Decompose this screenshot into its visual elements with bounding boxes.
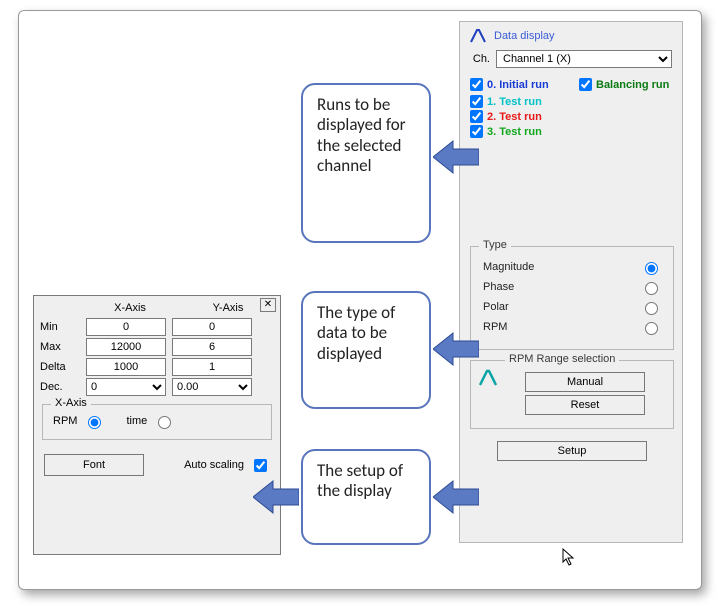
- xaxis-radio[interactable]: [88, 416, 101, 429]
- channel-select[interactable]: Channel 1 (X): [496, 50, 672, 68]
- run-label: 3. Test run: [487, 126, 542, 138]
- run-test-1[interactable]: 1. Test run: [470, 95, 674, 108]
- dec-y-select[interactable]: 0.00: [172, 378, 252, 396]
- type-label: Polar: [483, 301, 509, 313]
- type-legend: Type: [479, 239, 511, 251]
- max-row: Max: [40, 338, 274, 356]
- run-label: 0. Initial run: [487, 79, 549, 91]
- arrow-left-icon: [433, 137, 479, 177]
- xaxis-mode-group: X-Axis RPM time: [42, 404, 272, 440]
- xaxis-radio[interactable]: [158, 416, 171, 429]
- cursor-icon: [562, 548, 576, 569]
- callout-runs: Runs to be displayed for the selected ch…: [301, 83, 431, 243]
- manual-button[interactable]: Manual: [525, 372, 645, 392]
- type-radio[interactable]: [645, 262, 658, 275]
- run-label: Balancing run: [596, 79, 669, 91]
- xaxis-rpm-option[interactable]: RPM: [53, 413, 104, 429]
- type-radio[interactable]: [645, 302, 658, 315]
- delta-label: Delta: [40, 361, 80, 373]
- channel-row: Ch. Channel 1 (X): [470, 50, 674, 68]
- reset-button[interactable]: Reset: [525, 395, 645, 415]
- run-checkbox[interactable]: [470, 95, 483, 108]
- axis-headers: X-Axis Y-Axis: [90, 302, 280, 314]
- run-checkbox[interactable]: [470, 78, 483, 91]
- run-test-2[interactable]: 2. Test run: [470, 110, 674, 123]
- type-label: Phase: [483, 281, 514, 293]
- arrow-left-icon: [433, 477, 479, 517]
- autoscale-label: Auto scaling: [184, 459, 244, 471]
- type-rpm-row[interactable]: RPM: [483, 319, 661, 335]
- type-label: RPM: [483, 321, 507, 333]
- close-button[interactable]: ✕: [260, 298, 276, 312]
- type-radio[interactable]: [645, 282, 658, 295]
- dec-x-select[interactable]: 0: [86, 378, 166, 396]
- runs-list: 0. Initial run Balancing run 1. Test run…: [470, 76, 674, 138]
- run-checkbox[interactable]: [579, 78, 592, 91]
- xaxis-time-label: time: [126, 415, 147, 427]
- panel-header: Data display: [470, 28, 674, 44]
- close-icon: ✕: [264, 299, 272, 310]
- xaxis-rpm-label: RPM: [53, 415, 77, 427]
- rpm-range-group: RPM Range selection Manual Reset: [470, 360, 674, 429]
- autoscale-checkbox[interactable]: [254, 459, 267, 472]
- font-button[interactable]: Font: [44, 454, 144, 476]
- min-row: Min: [40, 318, 274, 336]
- dec-label: Dec.: [40, 381, 80, 393]
- delta-y-input[interactable]: [172, 358, 252, 376]
- run-test-3[interactable]: 3. Test run: [470, 125, 674, 138]
- setup-button[interactable]: Setup: [497, 441, 647, 461]
- xaxis-legend: X-Axis: [51, 397, 91, 409]
- delta-x-input[interactable]: [86, 358, 166, 376]
- axis-bottom-row: Font Auto scaling: [34, 440, 280, 476]
- type-label: Magnitude: [483, 261, 534, 273]
- min-y-input[interactable]: [172, 318, 252, 336]
- min-label: Min: [40, 321, 80, 333]
- run-label: 2. Test run: [487, 111, 542, 123]
- type-polar-row[interactable]: Polar: [483, 299, 661, 315]
- autoscale-row[interactable]: Auto scaling: [184, 456, 270, 475]
- type-phase-row[interactable]: Phase: [483, 279, 661, 295]
- max-x-input[interactable]: [86, 338, 166, 356]
- rpm-legend: RPM Range selection: [505, 353, 619, 365]
- arrow-left-icon: [433, 329, 479, 369]
- max-y-input[interactable]: [172, 338, 252, 356]
- run-checkbox[interactable]: [470, 110, 483, 123]
- peak-icon: [470, 28, 488, 44]
- type-magnitude-row[interactable]: Magnitude: [483, 259, 661, 275]
- panel-title: Data display: [494, 30, 555, 42]
- max-label: Max: [40, 341, 80, 353]
- channel-label: Ch.: [470, 53, 490, 65]
- peak-icon: [479, 369, 499, 387]
- run-initial[interactable]: 0. Initial run: [470, 78, 565, 91]
- run-label: 1. Test run: [487, 96, 542, 108]
- type-radio[interactable]: [645, 322, 658, 335]
- data-display-panel: Data display Ch. Channel 1 (X) 0. Initia…: [459, 21, 683, 543]
- delta-row: Delta: [40, 358, 274, 376]
- y-axis-header: Y-Axis: [188, 302, 268, 314]
- min-x-input[interactable]: [86, 318, 166, 336]
- run-balancing[interactable]: Balancing run: [579, 78, 674, 91]
- axis-setup-dialog: ✕ X-Axis Y-Axis Min Max Delta Dec. 0 0.0…: [33, 295, 281, 555]
- xaxis-time-option[interactable]: time: [126, 413, 174, 429]
- callout-setup: The setup of the display: [301, 449, 431, 545]
- dec-row: Dec. 0 0.00: [40, 378, 274, 396]
- type-group: Type Magnitude Phase Polar RPM: [470, 246, 674, 350]
- x-axis-header: X-Axis: [90, 302, 170, 314]
- canvas: Data display Ch. Channel 1 (X) 0. Initia…: [18, 10, 702, 590]
- callout-type: The type of data to be displayed: [301, 291, 431, 409]
- arrow-left-icon: [253, 477, 299, 517]
